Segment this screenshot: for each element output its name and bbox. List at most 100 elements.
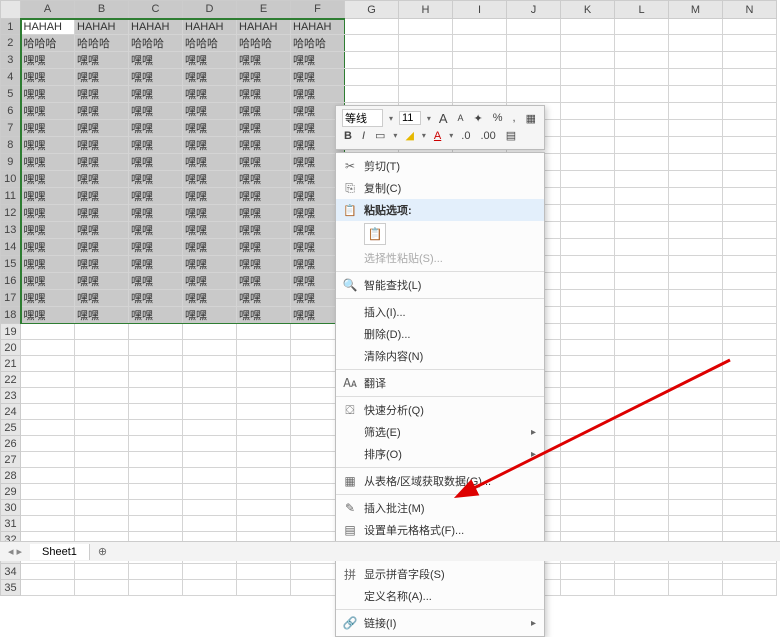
cell[interactable]: 嘿嘿 <box>183 290 237 307</box>
cell[interactable] <box>129 420 183 436</box>
cell[interactable] <box>669 388 723 404</box>
row-header[interactable]: 2 <box>1 35 21 52</box>
cell[interactable]: 嘿嘿 <box>21 69 75 86</box>
row-header[interactable]: 11 <box>1 188 21 205</box>
cell[interactable] <box>21 356 75 372</box>
row-header[interactable]: 7 <box>1 120 21 137</box>
cell[interactable]: HAHAH <box>129 19 183 35</box>
row-header[interactable]: 19 <box>1 324 21 340</box>
cell[interactable] <box>669 516 723 532</box>
cell[interactable] <box>345 52 399 69</box>
cell[interactable] <box>345 19 399 35</box>
cell[interactable]: 嘿嘿 <box>75 137 129 154</box>
row-header[interactable]: 8 <box>1 137 21 154</box>
cell[interactable] <box>615 239 669 256</box>
cell[interactable]: 嘿嘿 <box>291 86 345 103</box>
menu-cut[interactable]: ✂剪切(T) <box>336 155 544 177</box>
cell[interactable]: 哈哈哈 <box>21 35 75 52</box>
cell[interactable] <box>561 484 615 500</box>
cell[interactable]: 嘿嘿 <box>237 222 291 239</box>
cell[interactable] <box>615 340 669 356</box>
cell[interactable] <box>237 404 291 420</box>
comma-style-icon[interactable]: , <box>511 112 518 124</box>
cell[interactable] <box>723 580 777 596</box>
cell[interactable]: 嘿嘿 <box>129 256 183 273</box>
cell[interactable] <box>237 468 291 484</box>
cell[interactable] <box>615 52 669 69</box>
cell[interactable] <box>237 564 291 580</box>
cell[interactable]: 嘿嘿 <box>21 137 75 154</box>
cell[interactable] <box>723 86 777 103</box>
cell[interactable] <box>453 52 507 69</box>
cell[interactable]: 嘿嘿 <box>75 290 129 307</box>
cell[interactable]: 嘿嘿 <box>75 103 129 120</box>
cell[interactable] <box>183 452 237 468</box>
cell[interactable] <box>75 452 129 468</box>
cell[interactable] <box>669 340 723 356</box>
font-color-icon[interactable]: A <box>432 130 443 142</box>
cell[interactable] <box>183 500 237 516</box>
menu-delete[interactable]: 删除(D)... <box>336 323 544 345</box>
cell[interactable]: 嘿嘿 <box>237 86 291 103</box>
cell[interactable] <box>615 154 669 171</box>
row-header[interactable]: 3 <box>1 52 21 69</box>
row-header[interactable]: 29 <box>1 484 21 500</box>
cell[interactable] <box>669 404 723 420</box>
row-header[interactable]: 12 <box>1 205 21 222</box>
cell[interactable]: HAHAH <box>21 19 75 35</box>
cell[interactable] <box>183 436 237 452</box>
cell[interactable]: 嘿嘿 <box>75 120 129 137</box>
cell-styles-icon[interactable]: ▤ <box>504 129 518 142</box>
cell[interactable]: 嘿嘿 <box>183 273 237 290</box>
row-header[interactable]: 25 <box>1 420 21 436</box>
cell[interactable] <box>723 103 777 120</box>
cell[interactable]: 哈哈哈 <box>237 35 291 52</box>
cell[interactable] <box>75 356 129 372</box>
cell[interactable] <box>21 372 75 388</box>
cell[interactable]: 哈哈哈 <box>129 35 183 52</box>
cell[interactable] <box>561 256 615 273</box>
tab-nav-buttons[interactable]: ◂ ▸ <box>0 545 30 558</box>
cell[interactable] <box>615 372 669 388</box>
cell[interactable] <box>399 35 453 52</box>
cell[interactable] <box>129 452 183 468</box>
cell[interactable] <box>237 580 291 596</box>
cell[interactable]: 嘿嘿 <box>183 86 237 103</box>
cell[interactable] <box>723 19 777 35</box>
cell[interactable] <box>561 452 615 468</box>
cell[interactable]: 哈哈哈 <box>183 35 237 52</box>
row-header[interactable]: 17 <box>1 290 21 307</box>
cell[interactable] <box>723 372 777 388</box>
cell[interactable] <box>183 484 237 500</box>
cell[interactable] <box>723 290 777 307</box>
cell[interactable]: HAHAH <box>75 19 129 35</box>
cell[interactable]: 嘿嘿 <box>183 222 237 239</box>
cell[interactable]: 嘿嘿 <box>183 154 237 171</box>
cell[interactable]: 嘿嘿 <box>21 188 75 205</box>
row-header[interactable]: 5 <box>1 86 21 103</box>
cell[interactable]: HAHAH <box>291 19 345 35</box>
cell[interactable] <box>21 388 75 404</box>
cell[interactable] <box>75 564 129 580</box>
cell[interactable] <box>561 436 615 452</box>
cell[interactable]: 嘿嘿 <box>129 154 183 171</box>
cell[interactable] <box>615 307 669 324</box>
menu-insert-comment[interactable]: ✎插入批注(M) <box>336 497 544 519</box>
row-header[interactable]: 16 <box>1 273 21 290</box>
cell[interactable] <box>21 516 75 532</box>
cell[interactable] <box>75 484 129 500</box>
cell[interactable] <box>561 273 615 290</box>
cell[interactable] <box>561 137 615 154</box>
menu-get-data[interactable]: ▦从表格/区域获取数据(G)... <box>336 470 544 492</box>
cell[interactable] <box>669 273 723 290</box>
menu-paste-options[interactable]: 粘贴选项: <box>336 199 544 221</box>
cell[interactable] <box>615 120 669 137</box>
cell[interactable] <box>183 468 237 484</box>
font-name-select[interactable]: 等线 <box>342 109 383 127</box>
cell[interactable] <box>615 256 669 273</box>
column-header[interactable]: H <box>399 1 453 19</box>
cell[interactable] <box>723 120 777 137</box>
cell[interactable] <box>129 324 183 340</box>
cell[interactable] <box>237 436 291 452</box>
cell[interactable] <box>615 580 669 596</box>
